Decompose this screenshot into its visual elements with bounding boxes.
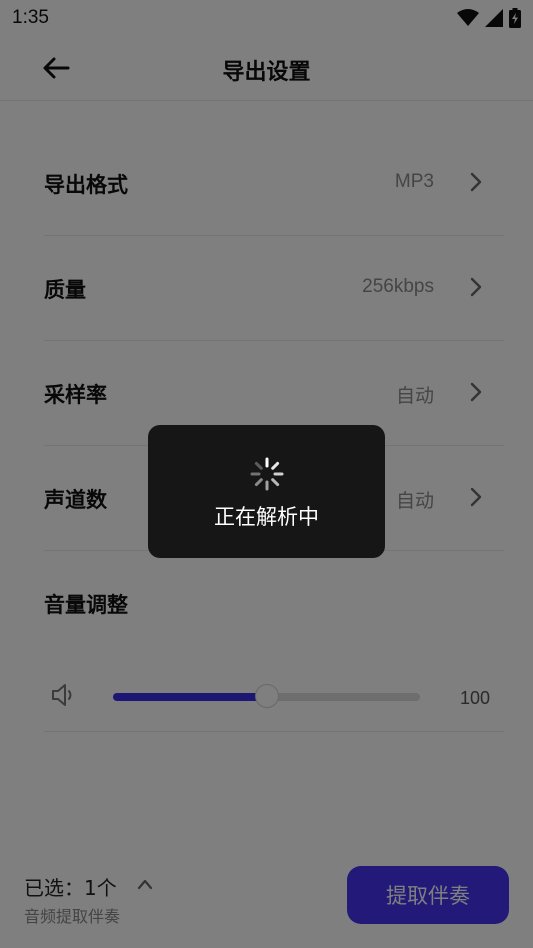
loading-spinner-icon bbox=[250, 457, 284, 491]
loading-text: 正在解析中 bbox=[214, 505, 319, 529]
modal-overlay: 正在解析中 bbox=[0, 0, 533, 948]
loading-toast: 正在解析中 bbox=[148, 425, 385, 558]
